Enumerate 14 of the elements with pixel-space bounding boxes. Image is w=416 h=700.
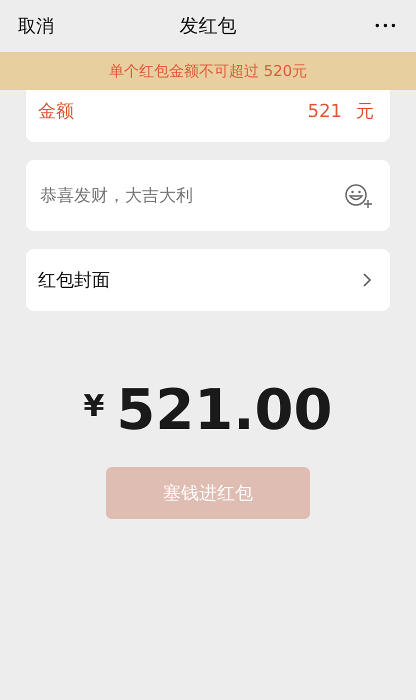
page-title: 发红包	[180, 14, 236, 39]
more-button[interactable]: •••	[374, 19, 398, 33]
warning-banner: 单个红包金额不可超过 520元	[0, 52, 416, 90]
amount-value: 521	[308, 101, 342, 122]
total-amount: 521.00	[116, 383, 332, 439]
unit-label: 元	[356, 101, 374, 122]
amount-label: 金额	[38, 100, 74, 123]
cancel-button[interactable]: 取消	[18, 14, 54, 38]
cover-row[interactable]: 红包封面	[26, 249, 390, 311]
currency-symbol: ¥	[84, 389, 104, 424]
amount-field[interactable]: 金额 521 元	[26, 90, 390, 142]
greeting-field[interactable]: 恭喜发财，大吉大利	[38, 184, 302, 206]
chevron-right-icon	[362, 272, 372, 288]
emoji-add-icon[interactable]	[344, 182, 374, 208]
